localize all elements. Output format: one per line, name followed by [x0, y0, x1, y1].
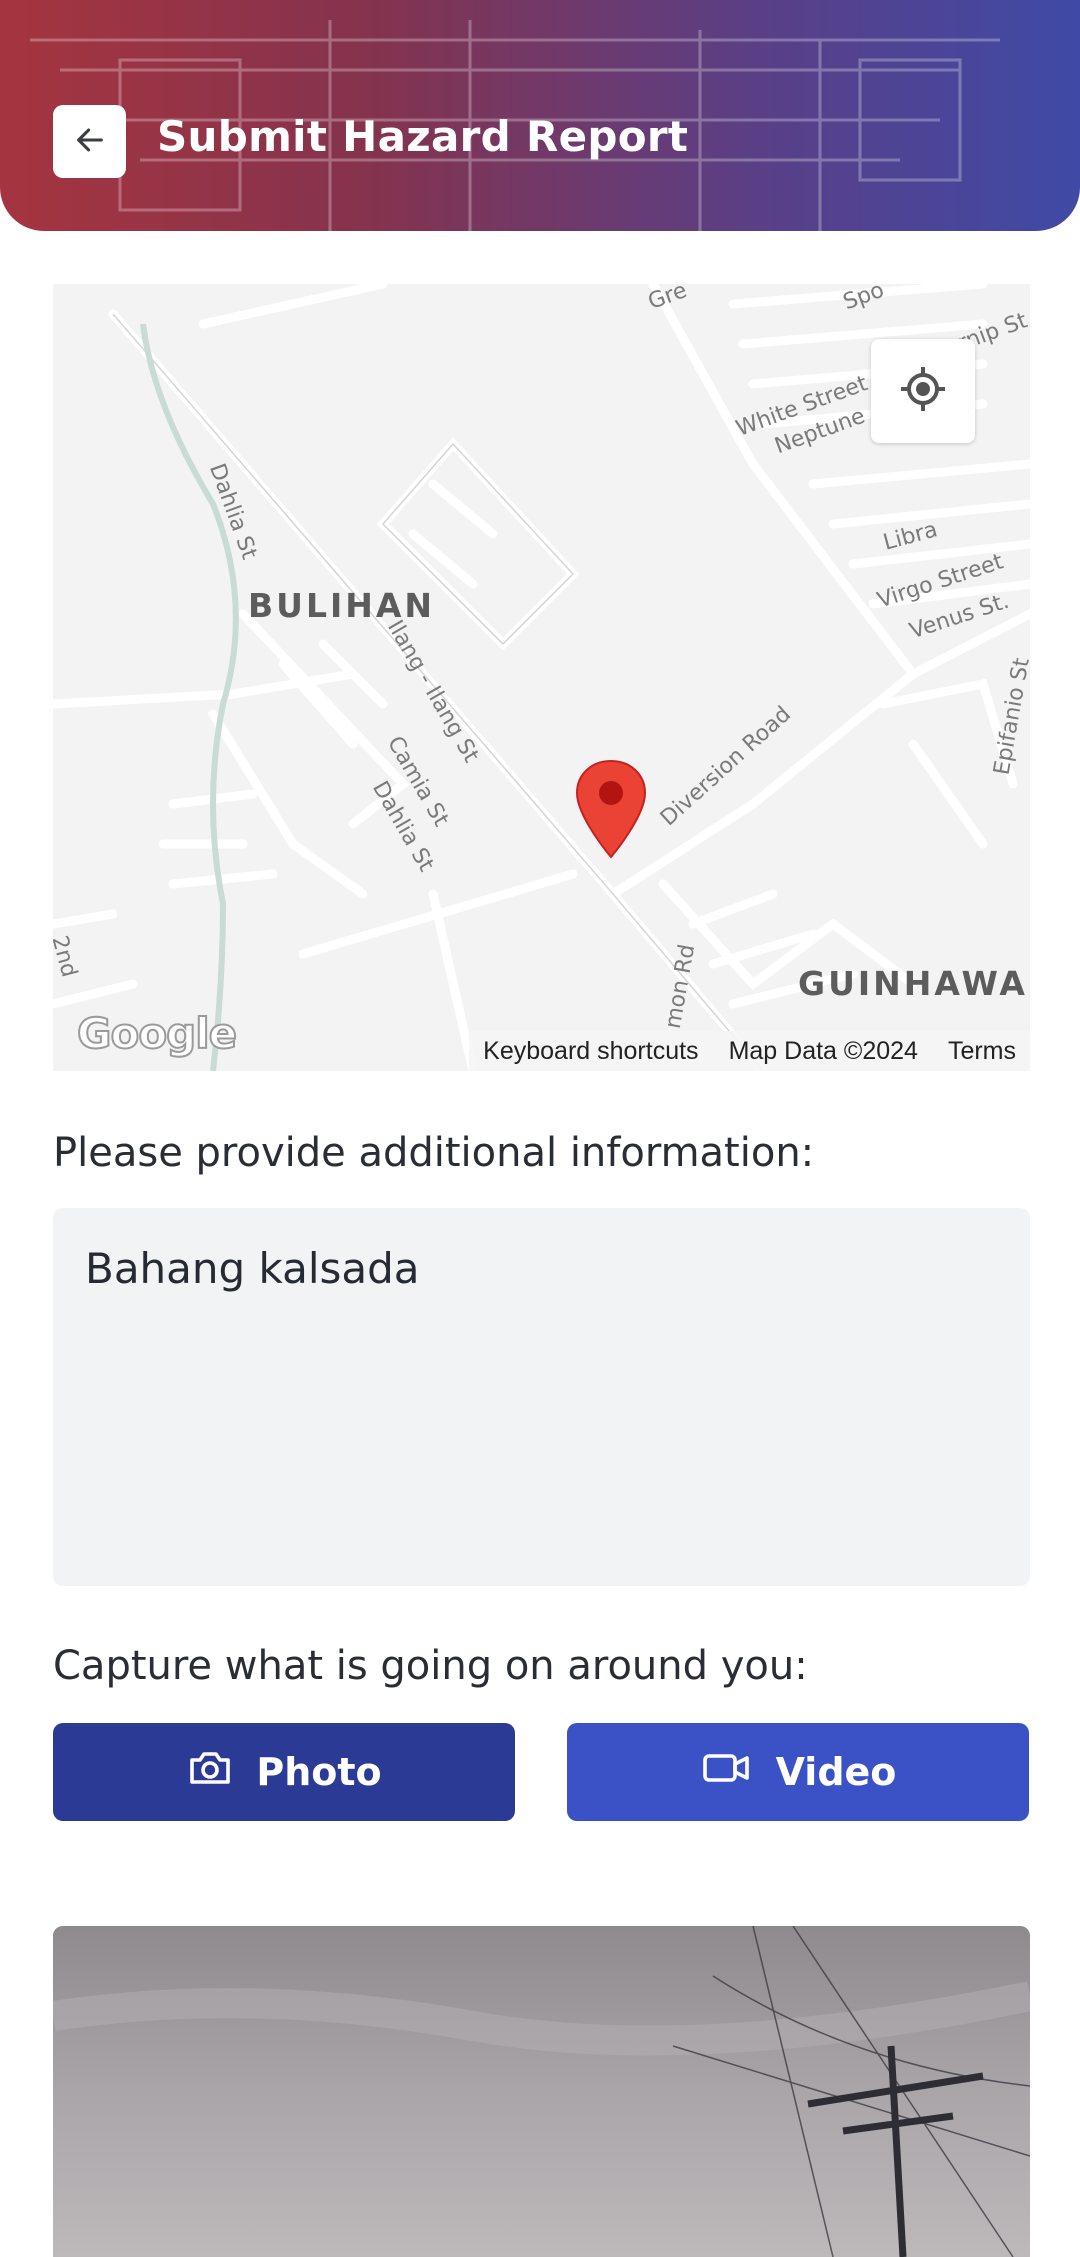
captured-photo-preview	[53, 1926, 1030, 2257]
photo-button-label: Photo	[256, 1750, 382, 1794]
video-button[interactable]: Video	[567, 1723, 1029, 1821]
page-title: Submit Hazard Report	[157, 112, 689, 161]
map-attribution: Keyboard shortcuts Map Data ©2024 Terms	[469, 1031, 1030, 1071]
photo-button[interactable]: Photo	[53, 1723, 515, 1821]
arrow-left-icon	[73, 123, 107, 161]
video-camera-icon	[700, 1744, 754, 1801]
capture-label: Capture what is going on around you:	[53, 1643, 808, 1689]
terms-link[interactable]: Terms	[948, 1037, 1016, 1066]
video-button-label: Video	[775, 1750, 897, 1794]
info-label: Please provide additional information:	[53, 1130, 815, 1176]
map-district-label: GUINHAWA	[798, 964, 1028, 1003]
map-data-text: Map Data ©2024	[728, 1036, 918, 1065]
app-header: Submit Hazard Report	[0, 0, 1080, 231]
map-pin-icon[interactable]	[575, 759, 647, 863]
camera-icon	[186, 1744, 234, 1801]
my-location-icon	[899, 365, 947, 417]
additional-info-textarea[interactable]: Bahang kalsada	[53, 1208, 1030, 1586]
my-location-button[interactable]	[871, 339, 975, 443]
map-view[interactable]: BULIHAN GUINHAWA Dahlia St Ilang - Ilang…	[53, 284, 1030, 1071]
map-district-label: BULIHAN	[248, 586, 436, 625]
photo-content	[53, 1926, 1030, 2257]
back-button[interactable]	[53, 105, 126, 178]
google-logo: Google	[76, 1008, 238, 1059]
keyboard-shortcuts-link[interactable]: Keyboard shortcuts	[483, 1037, 698, 1066]
